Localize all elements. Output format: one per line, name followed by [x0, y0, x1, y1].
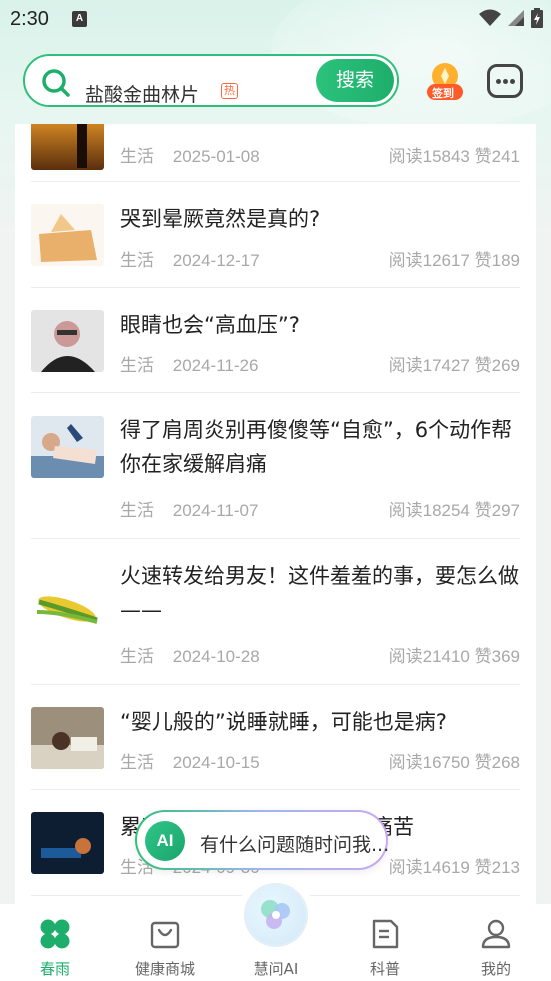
article-title[interactable]: “婴儿般的”说睡就睡，可能也是病? [120, 705, 520, 739]
status-time: 2:30 [10, 8, 49, 30]
article-reads: 阅读18254 [388, 501, 470, 520]
nav-tab-science[interactable]: 科普 [340, 904, 430, 981]
article-meta: 生活 2024-11-07 阅读18254 赞297 [120, 496, 520, 521]
nav-tab-mine[interactable]: 我的 [451, 904, 541, 981]
ai-logo-icon: AI [145, 821, 185, 861]
article-thumbnail [31, 204, 104, 266]
article-title[interactable]: 得了肩周炎别再傻傻等“自愈”，6个动作帮你在家缓解肩痛 [120, 413, 520, 481]
wifi-icon [479, 9, 501, 26]
article-thumbnail [31, 707, 104, 769]
article-likes: 赞213 [474, 858, 520, 877]
checkin-button[interactable]: 签到 [424, 60, 466, 102]
article-list: 生活 2025-01-08 阅读15843 赞241 哭到晕厥竟然是真的? 生活… [15, 124, 536, 904]
article-category: 生活 [120, 251, 154, 270]
nav-label: 我的 [480, 960, 511, 978]
ai-assistant-bubble[interactable]: AI 有什么问题随时问我... [135, 810, 390, 870]
article-reads: 阅读17427 [388, 356, 470, 375]
article-meta: 生活 2024-10-28 阅读21410 赞369 [120, 642, 520, 667]
article-reads: 阅读14619 [388, 858, 470, 877]
article-date: 2025-01-08 [172, 147, 260, 166]
user-icon [481, 919, 511, 949]
article-meta: 生活 2024-12-17 阅读12617 赞189 [120, 246, 520, 271]
ai-prompt-text: 有什么问题随时问我... [200, 834, 390, 856]
article-likes: 赞189 [474, 251, 520, 270]
article-category: 生活 [120, 356, 154, 375]
search-button[interactable]: 搜索 [316, 59, 394, 102]
article-likes: 赞269 [474, 356, 520, 375]
hot-badge: 热 [221, 83, 238, 99]
search-input[interactable]: 盐酸金曲林片 [85, 80, 199, 105]
article-meta: 生活 2025-01-08 阅读15843 赞241 [120, 142, 520, 167]
article-reads: 阅读16750 [388, 753, 470, 772]
document-icon [372, 919, 399, 949]
article-meta: 生活 2024-11-26 阅读17427 赞269 [120, 351, 520, 376]
article-thumbnail [31, 124, 104, 170]
article-category: 生活 [120, 647, 154, 666]
article-category: 生活 [120, 753, 154, 772]
search-icon [42, 69, 70, 97]
article-date: 2024-10-28 [172, 647, 260, 666]
battery-icon [531, 8, 543, 28]
article-date: 2024-11-26 [172, 356, 259, 375]
article-category: 生活 [120, 147, 154, 166]
article-likes: 赞297 [474, 501, 520, 520]
article-item[interactable]: 哭到晕厥竟然是真的? 生活 2024-12-17 阅读12617 赞189 [31, 182, 520, 288]
article-item[interactable]: 眼睛也会“高血压”? 生活 2024-11-26 阅读17427 赞269 [31, 288, 520, 393]
ai-orb-icon[interactable] [246, 885, 306, 945]
article-likes: 赞369 [474, 647, 520, 666]
article-thumbnail [31, 812, 104, 874]
article-date: 2024-11-07 [172, 501, 259, 520]
nav-label: 春雨 [39, 960, 70, 978]
article-item[interactable]: 生活 2025-01-08 阅读15843 赞241 [31, 124, 520, 182]
article-title[interactable]: 眼睛也会“高血压”? [120, 308, 520, 342]
article-date: 2024-10-15 [172, 753, 260, 772]
nav-label: 健康商城 [134, 960, 195, 978]
article-reads: 阅读12617 [388, 251, 470, 270]
article-item[interactable]: 得了肩周炎别再傻傻等“自愈”，6个动作帮你在家缓解肩痛 生活 2024-11-0… [31, 393, 520, 539]
article-reads: 阅读15843 [388, 147, 470, 166]
notification-icon: A [72, 11, 87, 27]
nav-label: 慧问AI [253, 960, 299, 978]
nav-tab-health-mall[interactable]: 健康商城 [120, 904, 210, 981]
checkin-label: 签到 [432, 87, 454, 100]
article-date: 2024-12-17 [172, 251, 260, 270]
article-title[interactable]: 火速转发给男友！这件羞羞的事，要怎么做—— [120, 559, 520, 627]
status-icons [479, 8, 543, 28]
signal-icon [508, 10, 524, 26]
article-item[interactable]: “婴儿般的”说睡就睡，可能也是病? 生活 2024-10-15 阅读16750 … [31, 685, 520, 790]
article-thumbnail [31, 416, 104, 478]
message-dot [496, 79, 501, 84]
article-item[interactable]: 火速转发给男友！这件羞羞的事，要怎么做—— 生活 2024-10-28 阅读21… [31, 539, 520, 685]
message-dot [510, 79, 515, 84]
article-category: 生活 [120, 501, 154, 520]
clover-icon [40, 919, 70, 949]
message-dot [503, 79, 508, 84]
status-bar: 2:30 A [0, 0, 551, 38]
article-meta: 生活 2024-10-15 阅读16750 赞268 [120, 748, 520, 773]
article-thumbnail [31, 310, 104, 372]
shopping-bag-icon [150, 921, 180, 949]
article-thumbnail [31, 578, 104, 640]
message-button[interactable] [487, 64, 523, 98]
nav-label: 科普 [369, 960, 400, 978]
article-likes: 赞268 [474, 753, 520, 772]
nav-tab-chunyu[interactable]: 春雨 [10, 904, 100, 981]
search-bar[interactable]: 盐酸金曲林片 热 搜索 [23, 54, 399, 107]
article-likes: 赞241 [474, 147, 520, 166]
article-title[interactable]: 哭到晕厥竟然是真的? [120, 202, 520, 236]
article-reads: 阅读21410 [388, 647, 470, 666]
